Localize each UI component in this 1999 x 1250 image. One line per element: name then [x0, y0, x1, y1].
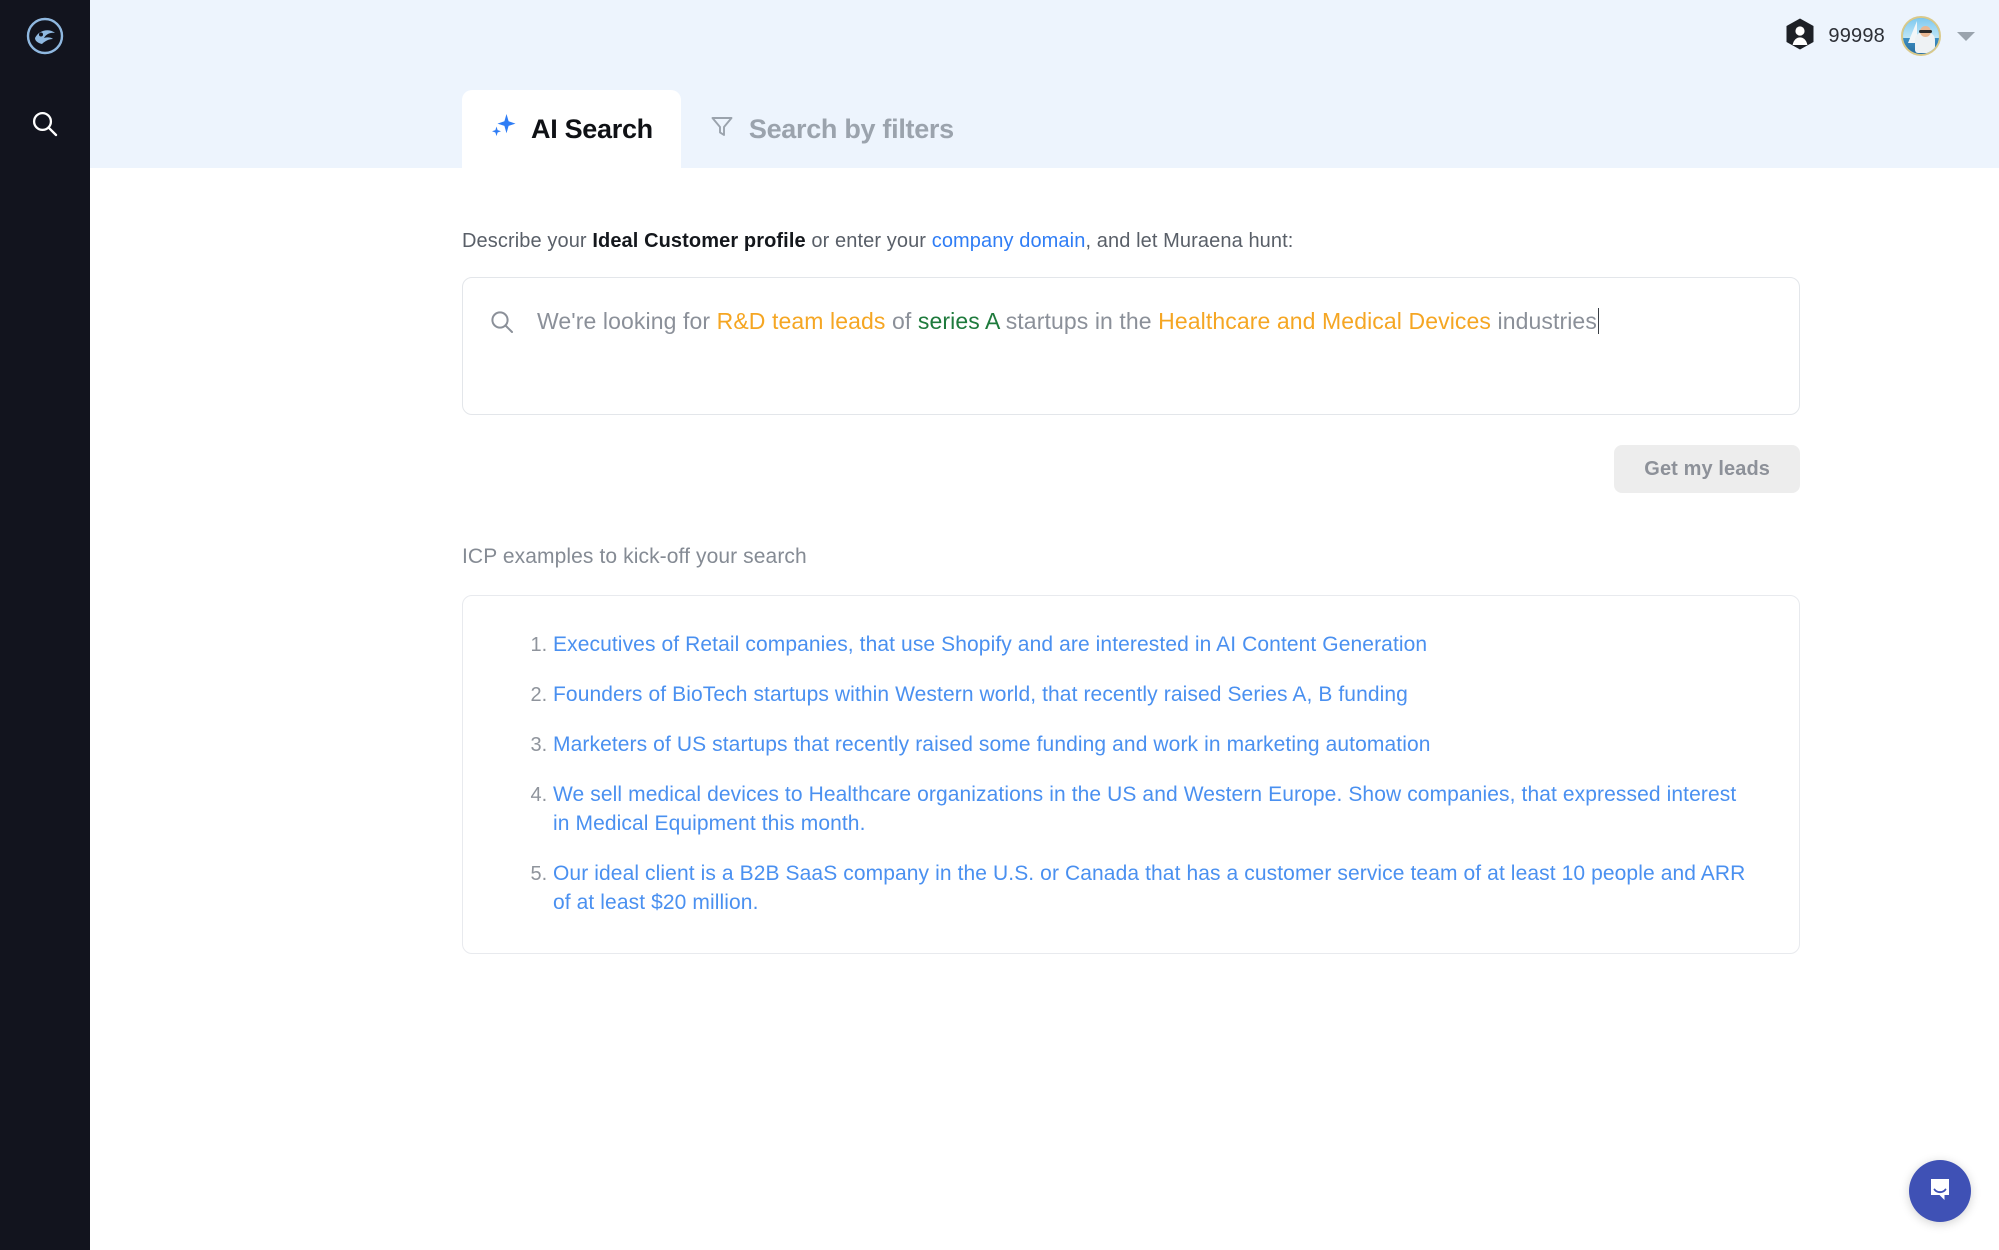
search-icon — [30, 109, 60, 144]
sidebar — [0, 0, 90, 1250]
get-my-leads-button[interactable]: Get my leads — [1614, 445, 1800, 493]
describe-part3: , and let Muraena hunt: — [1085, 230, 1294, 252]
tab-search-by-filters-label: Search by filters — [748, 114, 954, 144]
query-seg-3: series A — [917, 308, 1000, 334]
icp-search-value: We're looking for R&D team leads of seri… — [537, 306, 1599, 336]
query-seg-6: industries — [1491, 308, 1597, 334]
list-item[interactable]: Our ideal client is a B2B SaaS company i… — [553, 859, 1755, 917]
hexagon-user-icon — [1784, 17, 1816, 56]
app-root: 99998 AI Search Search by filters Descri… — [0, 0, 1999, 1250]
muraena-eel-logo-icon — [25, 16, 65, 61]
header: 99998 AI Search Search by filters — [90, 0, 1999, 168]
icp-search-input[interactable]: We're looking for R&D team leads of seri… — [462, 277, 1800, 415]
list-item[interactable]: Marketers of US startups that recently r… — [553, 730, 1755, 759]
tab-ai-search[interactable]: AI Search — [462, 90, 681, 168]
credits-indicator[interactable]: 99998 — [1784, 17, 1885, 56]
tab-ai-search-label: AI Search — [531, 113, 653, 144]
list-item[interactable]: Founders of BioTech startups within West… — [553, 680, 1755, 709]
icp-examples-title: ICP examples to kick-off your search — [462, 545, 807, 568]
icp-example-3[interactable]: Marketers of US startups that recently r… — [553, 733, 1431, 756]
icp-examples-card: Executives of Retail companies, that use… — [462, 595, 1800, 954]
company-domain-link[interactable]: company domain — [932, 230, 1086, 252]
search-icon — [489, 309, 515, 340]
sparkles-icon — [490, 112, 517, 146]
list-item[interactable]: We sell medical devices to Healthcare or… — [553, 780, 1755, 838]
text-caret — [1597, 308, 1599, 334]
query-seg-1: R&D team leads — [716, 308, 886, 334]
query-seg-5: Healthcare and Medical Devices — [1158, 308, 1491, 334]
content: Describe your Ideal Customer profile or … — [90, 230, 1999, 954]
query-seg-0: We're looking for — [537, 308, 717, 334]
icp-example-1[interactable]: Executives of Retail companies, that use… — [553, 633, 1427, 656]
describe-prompt: Describe your Ideal Customer profile or … — [462, 230, 1999, 253]
icp-examples-list: Executives of Retail companies, that use… — [507, 630, 1755, 917]
app-logo[interactable] — [17, 10, 73, 66]
icp-example-5[interactable]: Our ideal client is a B2B SaaS company i… — [553, 862, 1745, 914]
query-seg-2: of — [885, 308, 918, 334]
sidebar-item-search[interactable] — [17, 98, 73, 154]
describe-part2: or enter your — [805, 230, 932, 252]
icp-example-2[interactable]: Founders of BioTech startups within West… — [553, 683, 1408, 706]
credits-value: 99998 — [1828, 24, 1885, 47]
describe-part1: Describe your — [462, 230, 593, 252]
describe-bold: Ideal Customer profile — [592, 230, 806, 252]
query-seg-4: startups in the — [999, 308, 1159, 334]
submit-row: Get my leads — [462, 445, 1800, 493]
chevron-down-icon[interactable] — [1957, 31, 1975, 41]
header-right-controls: 99998 — [1784, 16, 1975, 56]
intercom-chat-icon — [1925, 1174, 1955, 1209]
chat-launcher-button[interactable] — [1909, 1160, 1971, 1222]
filter-funnel-icon — [709, 113, 735, 146]
avatar[interactable] — [1901, 16, 1941, 56]
avatar-glasses — [1919, 30, 1932, 33]
tab-search-by-filters[interactable]: Search by filters — [681, 91, 982, 168]
icp-example-4[interactable]: We sell medical devices to Healthcare or… — [553, 783, 1736, 835]
tab-bar: AI Search Search by filters — [462, 90, 982, 168]
main-area: 99998 AI Search Search by filters Descri… — [90, 0, 1999, 1250]
list-item[interactable]: Executives of Retail companies, that use… — [553, 630, 1755, 659]
